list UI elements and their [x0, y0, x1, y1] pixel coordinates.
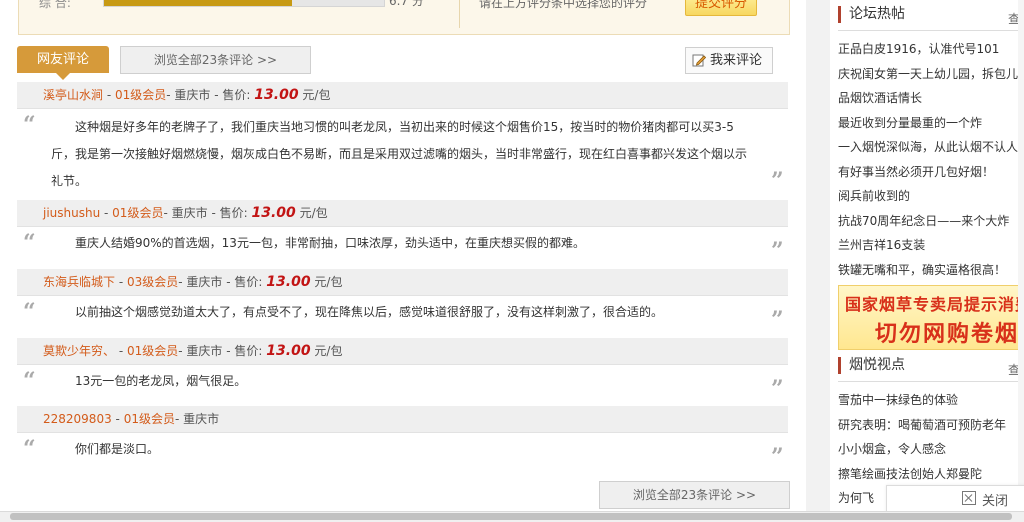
scrollbar-thumb[interactable]	[10, 513, 1012, 520]
close-quote-icon: ”	[771, 444, 784, 470]
list-item[interactable]: 铁罐无嘴和平，确实逼格很高！	[838, 258, 1024, 283]
submit-rating-button[interactable]: 提交评分	[685, 0, 757, 16]
comment-body: “ 13元一包的老龙凤，烟气很足。 ”	[17, 366, 788, 406]
comment-level: 01级会员	[112, 206, 164, 220]
comment-user[interactable]: 东海兵临城下	[43, 275, 115, 289]
list-item[interactable]: 阅兵前收到的	[838, 184, 1024, 209]
rating-bar[interactable]	[103, 0, 385, 7]
comment-user[interactable]: 228209803	[43, 412, 112, 426]
comment-level: 01级会员	[123, 412, 175, 426]
comment-price-unit: 元/包	[302, 88, 331, 102]
close-icon	[962, 491, 976, 505]
open-quote-icon: “	[23, 112, 36, 138]
rating-panel: 综 合: 6.7 分 请在上方评分条中选择您的评分 提交评分	[18, 0, 790, 35]
comment-body: “ 以前抽这个烟感觉劲道太大了，有点受不了，现在降焦以后，感觉味道很舒服了，没有…	[17, 297, 788, 337]
comment-price-prefix: 售价:	[234, 275, 263, 289]
divider	[838, 30, 1024, 31]
comment-header: 莫欺少年穷、 - 01级会员- 重庆市 - 售价: 13.00 元/包	[17, 338, 788, 365]
comment-price: 13.00	[251, 205, 296, 221]
write-comment-button[interactable]: 我来评论	[685, 47, 773, 74]
list-item[interactable]: 小小烟盒，令人感念	[838, 437, 1024, 462]
comment-price-unit: 元/包	[314, 275, 343, 289]
banner-line-2: 切勿网购卷烟	[875, 322, 1020, 347]
list-item[interactable]: 一入烟悦深似海，从此认烟不认人	[838, 135, 1024, 160]
horizontal-scrollbar[interactable]	[0, 511, 1024, 522]
comment-text: 你们都是淡口。	[75, 442, 160, 456]
list-item[interactable]: 抗战70周年纪念日——来个大炸	[838, 209, 1024, 234]
comment-header: jiushushu - 01级会员- 重庆市 - 售价: 13.00 元/包	[17, 200, 788, 227]
comment-price-unit: 元/包	[314, 344, 343, 358]
browse-all-comments-bottom-button[interactable]: 浏览全部23条评论 >>	[599, 481, 790, 509]
close-quote-icon: ”	[771, 168, 784, 194]
comment-text: 13元一包的老龙凤，烟气很足。	[75, 374, 247, 388]
list-item[interactable]: 最近收到分量最重的一个炸	[838, 111, 1024, 136]
comment-price: 13.00	[266, 274, 311, 290]
browse-all-comments-button[interactable]: 浏览全部23条评论 >>	[120, 46, 311, 74]
comment-city: 重庆市	[186, 275, 223, 289]
main-column: 综 合: 6.7 分 请在上方评分条中选择您的评分 提交评分 网友评论 浏览全部…	[0, 0, 806, 521]
close-label: 关闭	[982, 494, 1009, 509]
close-quote-icon: ”	[771, 307, 784, 333]
comment-price: 13.00	[254, 87, 299, 103]
tab-netizen-comments[interactable]: 网友评论	[17, 46, 109, 73]
comment-level: 03级会员	[126, 275, 179, 289]
comment-text: 以前抽这个烟感觉劲道太大了，有点受不了，现在降焦以后，感觉味道很舒服了，没有这样…	[75, 305, 664, 319]
comment-level: 01级会员	[126, 344, 179, 358]
comment-level: 01级会员	[114, 88, 167, 102]
rating-hint: 请在上方评分条中选择您的评分	[479, 0, 648, 10]
list-item[interactable]: 雪茄中一抹绿色的体验	[838, 388, 1024, 413]
comment-user[interactable]: 溪亭山水涧	[43, 88, 103, 102]
list-item[interactable]: 庆祝闺女第一天上幼儿园，拆包儿	[838, 62, 1024, 87]
comment-price-prefix: 售价:	[219, 206, 248, 220]
tobacco-notice-banner[interactable]: 国家烟草专卖局提示消费者 切勿网购卷烟	[838, 285, 1024, 350]
list-item[interactable]: 擦笔绘画技法创始人郑曼陀	[838, 462, 1024, 487]
comment-text: 重庆人结婚90%的首选烟，13元一包，非常耐抽，口味浓厚，劲头适中，在重庆想买假…	[75, 236, 585, 250]
comment-user[interactable]: jiushushu	[43, 206, 100, 220]
close-quote-icon: ”	[771, 238, 784, 264]
comment-price: 13.00	[266, 343, 311, 359]
comment-body: “ 重庆人结婚90%的首选烟，13元一包，非常耐抽，口味浓厚，劲头适中，在重庆想…	[17, 228, 788, 268]
comment-city: 重庆市	[186, 344, 223, 358]
rating-label: 综 合:	[39, 0, 71, 10]
open-quote-icon: “	[23, 368, 36, 394]
comment-text: 这种烟是好多年的老牌子了，我们重庆当地习惯的叫老龙凤，当初出来的时候这个烟售价1…	[51, 120, 748, 188]
comment-price-unit: 元/包	[299, 206, 328, 220]
close-quote-icon: ”	[771, 376, 784, 402]
forum-hot-list: 正品白皮1916，认准代号101 庆祝闺女第一天上幼儿园，拆包儿 品烟饮酒话情长…	[838, 37, 1024, 282]
list-item[interactable]: 研究表明：喝葡萄酒可预防老年	[838, 413, 1024, 438]
list-item[interactable]: 品烟饮酒话情长	[838, 86, 1024, 111]
comment-body: “ 这种烟是好多年的老牌子了，我们重庆当地习惯的叫老龙凤，当初出来的时候这个烟售…	[17, 110, 788, 198]
open-quote-icon: “	[23, 299, 36, 325]
rating-bar-fill	[104, 0, 292, 6]
forum-hot-title: 论坛热帖	[838, 6, 905, 23]
comment-user[interactable]: 莫欺少年穷、	[43, 344, 115, 358]
right-sidebar: 论坛热帖 查 正品白皮1916，认准代号101 庆祝闺女第一天上幼儿园，拆包儿 …	[806, 0, 1024, 521]
comment-header: 溪亭山水涧 - 01级会员- 重庆市 - 售价: 13.00 元/包	[17, 82, 788, 109]
divider	[838, 381, 1024, 382]
comment-price-prefix: 售价:	[234, 344, 263, 358]
comment-city: 重庆市	[171, 206, 208, 220]
comment-price-prefix: 售价:	[222, 88, 251, 102]
sidebar-panel: 论坛热帖 查 正品白皮1916，认准代号101 庆祝闺女第一天上幼儿园，拆包儿 …	[830, 0, 1024, 521]
open-quote-icon: “	[23, 436, 36, 462]
comment-body: “ 你们都是淡口。 ”	[17, 434, 788, 474]
tab-pointer-arrow	[56, 73, 70, 80]
open-quote-icon: “	[23, 230, 36, 256]
comment-header: 东海兵临城下 - 03级会员- 重庆市 - 售价: 13.00 元/包	[17, 269, 788, 296]
comment-city: 重庆市	[174, 88, 211, 102]
write-comment-label: 我来评论	[710, 53, 763, 68]
vertical-scrollbar[interactable]	[1018, 0, 1024, 511]
list-item[interactable]: 兰州吉祥16支装	[838, 233, 1024, 258]
list-item[interactable]: 正品白皮1916，认准代号101	[838, 37, 1024, 62]
rating-score: 6.7 分	[389, 0, 424, 8]
pencil-icon	[692, 54, 706, 67]
comment-header: 228209803 - 01级会员- 重庆市	[17, 406, 788, 433]
comment-city: 重庆市	[183, 412, 220, 426]
close-popup[interactable]: 关闭	[886, 485, 1024, 513]
divider	[459, 0, 460, 28]
list-item[interactable]: 有好事当然必须开几包好烟！	[838, 160, 1024, 185]
banner-line-1: 国家烟草专卖局提示消费者	[845, 295, 1024, 314]
views-title: 烟悦视点	[838, 357, 905, 374]
